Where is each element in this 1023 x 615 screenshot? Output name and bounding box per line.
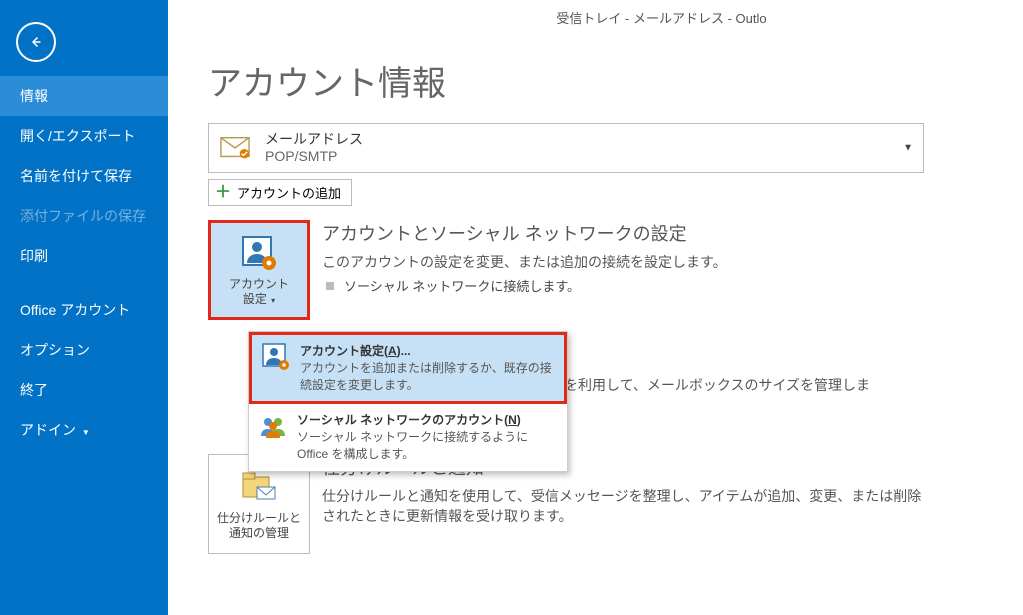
sidebar-item-save-attachments: 添付ファイルの保存	[0, 196, 168, 236]
section-account-settings: アカウント 設定 ▾ アカウントとソーシャル ネットワークの設定 このアカウント…	[208, 220, 924, 320]
mail-account-icon	[217, 130, 253, 166]
bullet-text: ソーシャル ネットワークに接続します。	[344, 276, 580, 295]
account-address: メールアドレス	[265, 131, 915, 149]
section-bullet: ソーシャル ネットワークに接続します。	[322, 276, 924, 295]
backstage-main: アカウント情報 メールアドレス POP/SMTP ▼ ＋ アカウントの追加	[168, 0, 1023, 615]
plus-icon: ＋	[215, 185, 231, 201]
account-settings-tile-label: アカウント 設定 ▾	[229, 277, 289, 307]
backstage-sidebar: 情報 開く/エクスポート 名前を付けて保存 添付ファイルの保存 印刷 Offic…	[0, 0, 168, 615]
chevron-down-icon: ▼	[82, 428, 90, 437]
sidebar-item-open-export[interactable]: 開く/エクスポート	[0, 116, 168, 156]
section-heading: アカウントとソーシャル ネットワークの設定	[322, 220, 924, 246]
person-gear-icon	[239, 233, 279, 273]
dropdown-item-account-settings[interactable]: アカウント設定(A)... アカウントを追加または削除するか、既存の接続設定を変…	[249, 332, 567, 404]
folder-rules-icon	[239, 467, 279, 507]
add-account-label: アカウントの追加	[237, 183, 341, 202]
dropdown-item-title: アカウント設定(A)...	[300, 343, 554, 360]
sidebar-item-info[interactable]: 情報	[0, 76, 168, 116]
page-title: アカウント情報	[208, 56, 999, 105]
account-selector[interactable]: メールアドレス POP/SMTP ▼	[208, 123, 924, 173]
add-account-button[interactable]: ＋ アカウントの追加	[208, 179, 352, 206]
account-settings-tile[interactable]: アカウント 設定 ▾	[208, 220, 310, 320]
sidebar-item-addins-label: アドイン	[20, 422, 76, 438]
sidebar-item-exit[interactable]: 終了	[0, 370, 168, 410]
people-icon	[259, 412, 287, 440]
back-button[interactable]	[16, 22, 56, 62]
bullet-icon	[326, 282, 334, 290]
sidebar-item-office-account[interactable]: Office アカウント	[0, 290, 168, 330]
section-desc: このアカウントの設定を変更、または追加の接続を設定します。	[322, 252, 924, 272]
sidebar-item-print[interactable]: 印刷	[0, 236, 168, 276]
dropdown-item-title: ソーシャル ネットワークのアカウント(N)	[297, 412, 557, 429]
arrow-left-icon	[27, 33, 45, 51]
dropdown-item-sub: ソーシャル ネットワークに接続するように Office を構成します。	[297, 429, 557, 463]
account-protocol: POP/SMTP	[265, 148, 915, 166]
rules-alerts-tile-label: 仕分けルールと 通知の管理	[217, 511, 301, 541]
chevron-down-icon: ▼	[903, 143, 913, 154]
sidebar-item-addins[interactable]: アドイン ▼	[0, 410, 168, 450]
person-gear-icon	[262, 343, 290, 371]
sidebar-item-options[interactable]: オプション	[0, 330, 168, 370]
dropdown-item-social-accounts[interactable]: ソーシャル ネットワークのアカウント(N) ソーシャル ネットワークに接続するよ…	[249, 404, 567, 470]
section-desc: 仕分けルールと通知を使用して、受信メッセージを整理し、アイテムが追加、変更、また…	[322, 486, 924, 526]
dropdown-item-sub: アカウントを追加または削除するか、既存の接続設定を変更します。	[300, 360, 554, 394]
sidebar-item-save-as[interactable]: 名前を付けて保存	[0, 156, 168, 196]
chevron-down-icon: ▾	[269, 296, 275, 305]
account-settings-dropdown: アカウント設定(A)... アカウントを追加または削除するか、既存の接続設定を変…	[248, 331, 568, 472]
